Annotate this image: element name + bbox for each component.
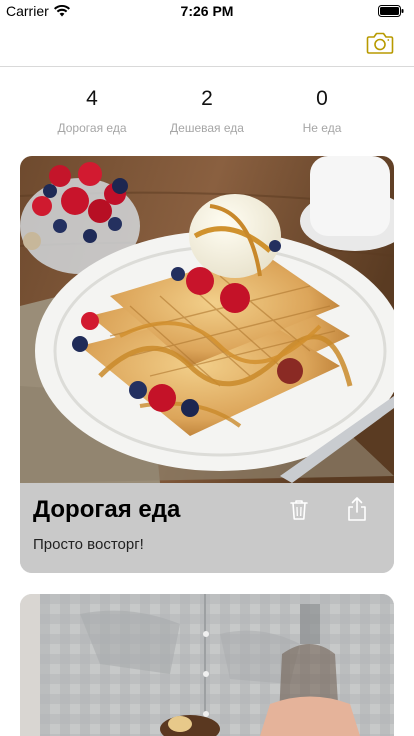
trash-icon[interactable] bbox=[288, 498, 310, 522]
card-title: Дорогая еда bbox=[33, 496, 181, 523]
stat-count: 0 bbox=[316, 87, 328, 110]
stats-row: 4 Дорогая еда 2 Дешевая еда 0 Не еда bbox=[0, 66, 414, 150]
food-photo bbox=[20, 156, 394, 483]
share-icon[interactable] bbox=[346, 496, 368, 522]
camera-icon[interactable] bbox=[366, 30, 394, 56]
status-bar: Carrier 7:26 PM bbox=[0, 0, 414, 22]
food-card[interactable] bbox=[20, 594, 394, 736]
card-subtitle: Просто восторг! bbox=[33, 536, 144, 553]
battery-icon bbox=[378, 5, 404, 17]
food-card[interactable]: Дорогая еда Просто восторг! bbox=[20, 156, 394, 573]
stat-label: Не еда bbox=[302, 121, 342, 135]
navigation-bar bbox=[0, 22, 414, 67]
person-photo bbox=[20, 594, 394, 736]
status-time: 7:26 PM bbox=[180, 3, 234, 19]
card-info: Дорогая еда Просто восторг! bbox=[20, 483, 394, 573]
stat-not-food: 0 Не еда bbox=[253, 66, 391, 135]
